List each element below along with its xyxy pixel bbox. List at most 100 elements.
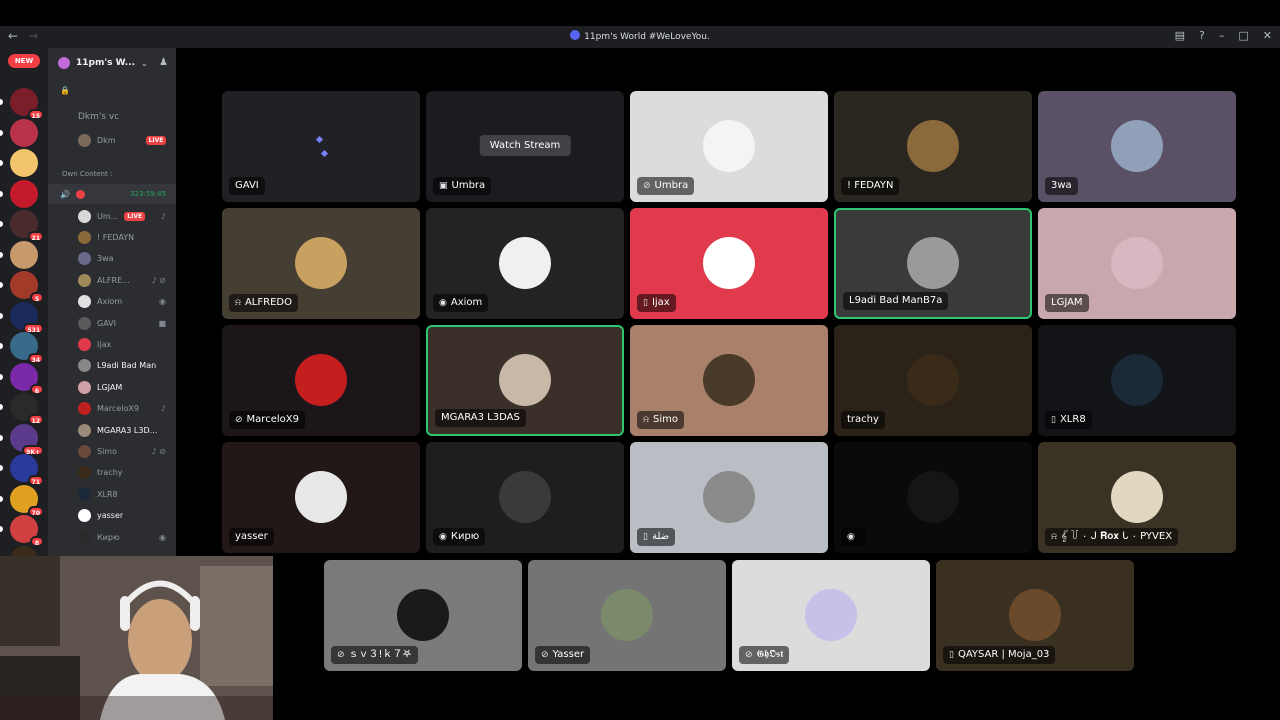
voice-member[interactable]: yasser — [48, 506, 176, 526]
avatar — [703, 353, 755, 406]
participant-name: L9adi Bad ManB7a — [849, 295, 943, 306]
participant-tile[interactable]: ⍾ 𝄟 ꒦ ٠ ᒍ 𝐑𝐨𝐱 ᒐ ٠ PYVEX — [1038, 442, 1236, 553]
loading-dot-icon — [315, 135, 324, 144]
server-icon[interactable]: 15 — [10, 88, 44, 120]
participant-tile[interactable]: ! FEDAYN — [834, 91, 1032, 202]
participant-tile[interactable]: ◉ — [834, 442, 1032, 553]
unread-pip — [0, 221, 3, 227]
participant-tile[interactable]: ⍾ ALFREDO — [222, 208, 420, 319]
avatar — [601, 588, 653, 641]
participant-tile[interactable]: GAVI — [222, 91, 420, 202]
mic-off-icon: ⊘ — [337, 650, 345, 660]
server-icon[interactable]: 21 — [10, 210, 44, 242]
voice-channel-dkm[interactable]: Dkm's vc — [48, 107, 176, 127]
voice-status-icon: ♪ ⊘ — [151, 446, 166, 456]
mention-badge: 15 — [27, 109, 44, 120]
participant-name: yasser — [235, 531, 268, 542]
participant-tile[interactable]: trachy — [834, 325, 1032, 436]
channel-sidebar: 11pm's W... ⌄ ♟ 🔒 Dkm's vc Dkm LIVE Own … — [48, 48, 176, 556]
close-icon[interactable]: ✕ — [1263, 29, 1272, 42]
voice-member[interactable]: Ijax — [48, 334, 176, 354]
participant-tile[interactable]: yasser — [222, 442, 420, 553]
member-name: MGARA3 L3D... — [97, 425, 157, 435]
voice-member[interactable]: MGARA3 L3D... — [48, 420, 176, 440]
minimize-icon[interactable]: – — [1219, 29, 1225, 42]
participant-label: trachy — [841, 411, 885, 429]
voice-member[interactable]: Кирю ◉ — [48, 527, 176, 547]
voice-channel-active[interactable]: 🔊 323:59:45 — [48, 184, 176, 204]
member-name: ! FEDAYN — [97, 232, 135, 242]
participant-tile[interactable]: ⍾ Simo — [630, 325, 828, 436]
server-icon[interactable]: 531 — [10, 301, 44, 334]
voice-member[interactable]: Simo ♪ ⊘ — [48, 441, 176, 461]
category-own-content[interactable]: Own Content : — [62, 170, 112, 178]
member-name: ALFRE... — [97, 275, 130, 285]
avatar — [78, 209, 91, 223]
voice-member[interactable]: ALFRE... ♪ ⊘ — [48, 270, 176, 290]
participant-tile[interactable]: ◉ Кирю — [426, 442, 624, 553]
participant-tile[interactable]: 3wa — [1038, 91, 1236, 202]
participant-tile[interactable]: ⊘ ｓｖ３!ｋ７𖤐 — [324, 560, 522, 671]
avatar — [1111, 119, 1163, 172]
avatar — [78, 337, 91, 351]
participant-tile[interactable]: ⊘ Yasser — [528, 560, 726, 671]
add-member-icon[interactable]: ♟ — [159, 57, 168, 68]
server-icon[interactable] — [10, 118, 38, 147]
participant-tile[interactable]: ⊘ MarceloX9 — [222, 325, 420, 436]
voice-member[interactable]: Axiom ◉ — [48, 292, 176, 312]
server-icon[interactable]: 34 — [10, 332, 44, 364]
voice-member[interactable]: XLR8 — [48, 484, 176, 504]
inbox-icon[interactable]: ▤ — [1175, 29, 1185, 42]
unread-pip — [0, 160, 3, 166]
participant-tile[interactable]: ▯ QAYSAR | Moja_03 — [936, 560, 1134, 671]
voice-member[interactable]: ! FEDAYN — [48, 227, 176, 247]
server-icon[interactable]: 8 — [10, 515, 44, 547]
maximize-icon[interactable]: □ — [1238, 29, 1248, 42]
member-name: Um... — [97, 211, 119, 221]
server-header[interactable]: 11pm's W... ⌄ ♟ — [48, 48, 176, 78]
server-icon[interactable]: 6 — [10, 362, 44, 395]
watch-stream-button[interactable]: Watch Stream — [479, 135, 571, 156]
participant-tile[interactable]: Watch Stream ▣ Umbra — [426, 91, 624, 202]
member-name: MarceloX9 — [97, 404, 139, 414]
voice-member[interactable]: trachy — [48, 463, 176, 483]
voice-member[interactable]: L9adi Bad Man... — [48, 356, 176, 376]
mention-badge: 21 — [27, 231, 44, 242]
voice-member[interactable]: Um... LIVE ♪ — [48, 206, 176, 226]
voice-member[interactable]: MarceloX9 ♪ — [48, 399, 176, 419]
member-dkm[interactable]: Dkm LIVE — [48, 130, 176, 150]
server-icon[interactable] — [10, 179, 38, 208]
voice-member[interactable]: GAVI ■ — [48, 313, 176, 333]
server-icon[interactable]: 5 — [10, 271, 44, 303]
deafened-icon: ⍾ — [643, 415, 649, 425]
participant-tile[interactable]: ◉ Axiom — [426, 208, 624, 319]
server-icon[interactable]: 12 — [10, 393, 44, 425]
voice-member[interactable]: LGJAM — [48, 377, 176, 397]
server-icon[interactable] — [10, 149, 38, 177]
participant-tile[interactable]: ⊘ Umbra — [630, 91, 828, 202]
participant-tile[interactable]: ▯ ضلة — [630, 442, 828, 553]
participant-name: Кирю — [450, 531, 480, 542]
participant-tile[interactable]: ⊘ 𝕲𝖍𝕺𝖘𝖙 — [732, 560, 930, 671]
avatar — [397, 588, 449, 641]
help-icon[interactable]: ? — [1199, 29, 1205, 42]
voice-member[interactable]: 3wa — [48, 249, 176, 269]
avatar — [78, 466, 91, 480]
server-icon[interactable] — [10, 545, 38, 556]
avatar — [1111, 470, 1163, 523]
participant-tile[interactable]: L9adi Bad ManB7a — [834, 208, 1032, 319]
avatar — [1009, 588, 1061, 641]
server-icon[interactable]: 70 — [10, 484, 44, 517]
new-badge[interactable]: NEW — [8, 54, 40, 68]
unread-pip — [0, 129, 3, 136]
server-icon[interactable]: 9K+ — [10, 423, 44, 456]
server-icon[interactable] — [10, 240, 38, 269]
server-icon[interactable]: 71 — [10, 454, 44, 486]
live-badge: LIVE — [145, 135, 167, 145]
avatar — [78, 273, 91, 287]
participant-tile[interactable]: LGJAM — [1038, 208, 1236, 319]
participant-tile[interactable]: ▯ Ijax — [630, 208, 828, 319]
participant-tile[interactable]: MGARA3 L3DAS — [426, 325, 624, 436]
participant-tile[interactable]: ▯ XLR8 — [1038, 325, 1236, 436]
participant-label: ◉ Axiom — [433, 294, 489, 312]
